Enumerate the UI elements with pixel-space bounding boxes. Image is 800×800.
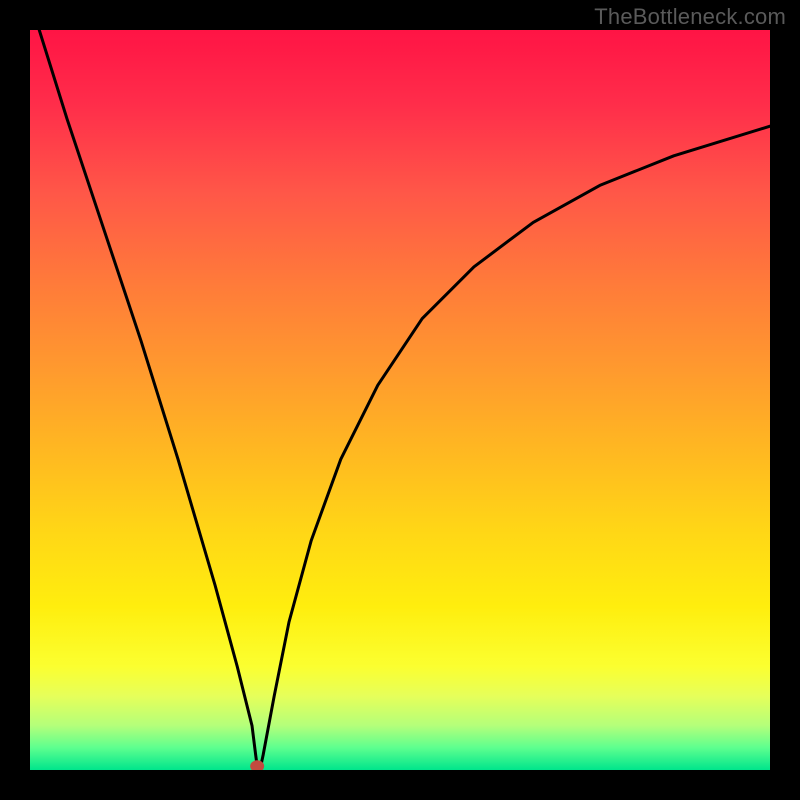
plot-area [30,30,770,770]
chart-container: TheBottleneck.com [0,0,800,800]
curve-svg [30,30,770,770]
bottleneck-curve [30,30,770,768]
watermark-text: TheBottleneck.com [594,4,786,30]
